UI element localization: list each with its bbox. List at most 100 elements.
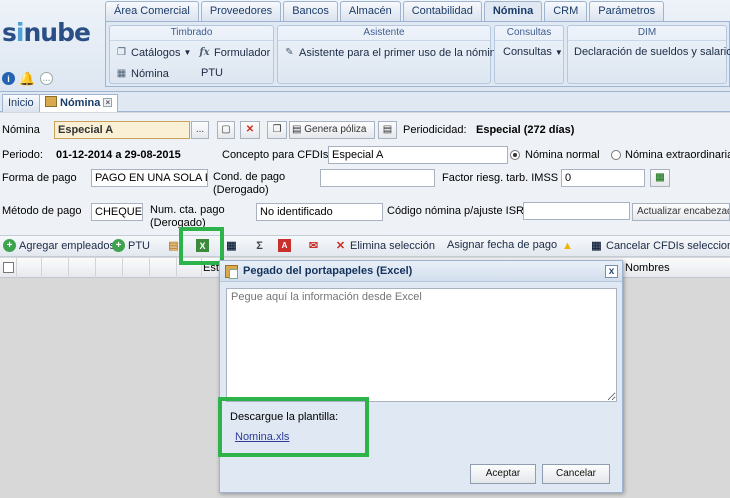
- group-dim-title: DIM: [568, 26, 726, 41]
- tab-contabilidad[interactable]: Contabilidad: [402, 1, 482, 21]
- actualizar-encabezado-button[interactable]: Actualizar encabezado: [632, 203, 730, 221]
- ptu-ribbon-label: PTU: [201, 67, 223, 79]
- agregar-empleados-button[interactable]: + Agregar empleados: [3, 239, 115, 252]
- grid-column: [123, 258, 150, 278]
- nomina-extra-radio[interactable]: [611, 150, 621, 160]
- forma-pago-input[interactable]: PAGO EN UNA SOLA EX: [91, 169, 208, 187]
- concepto-label: Concepto para CFDIs: [222, 149, 329, 161]
- nomina-normal-radio[interactable]: [510, 150, 520, 160]
- chevron-down-icon: ▼: [183, 48, 192, 57]
- barcode-button[interactable]: ▦: [225, 239, 238, 252]
- cancelar-cfdis-button[interactable]: ▦ Cancelar CFDIs seleccionados: [590, 239, 730, 253]
- codigo-input[interactable]: [523, 202, 630, 220]
- barcode-icon: ▦: [591, 240, 602, 252]
- barcode-icon: ▦: [116, 68, 127, 79]
- group-consultas-title: Consultas: [495, 26, 563, 41]
- group-timbrado: Timbrado ❐ Catálogos ▼ fx Formulador ▦ N…: [109, 25, 274, 84]
- cancelar-button[interactable]: Cancelar: [542, 464, 610, 484]
- metodo-label: Método de pago: [2, 205, 82, 217]
- grid-column: [17, 258, 42, 278]
- nomina-extra-label: Nómina extraordinaria: [625, 149, 730, 161]
- aceptar-button[interactable]: Aceptar: [470, 464, 536, 484]
- info-icon[interactable]: i: [2, 72, 15, 85]
- formulador-button[interactable]: fx Formulador: [198, 46, 270, 59]
- ptu-toolbar-button[interactable]: + PTU: [112, 239, 150, 252]
- nomina-ribbon-button[interactable]: ▦ Nómina: [115, 67, 169, 80]
- spreadsheet-button[interactable]: ▦: [650, 169, 670, 187]
- consultas-button[interactable]: Consultas ▼: [503, 46, 563, 58]
- nombres-column-header[interactable]: Nombres: [625, 262, 670, 274]
- codigo-label: Código nómina p/ajuste ISR: [387, 205, 524, 217]
- close-icon[interactable]: x: [605, 265, 618, 278]
- sigma-icon: Σ: [256, 239, 263, 252]
- highlight-excel-button: [179, 227, 224, 265]
- spreadsheet-icon: ▦: [655, 172, 665, 183]
- nomina-input[interactable]: Especial A: [54, 121, 190, 139]
- elimina-seleccion-button[interactable]: ✕ Elimina selección: [334, 239, 435, 253]
- dialog-titlebar: Pegado del portapapeles (Excel) x: [220, 261, 622, 282]
- main-tabs: Área Comercial Proveedores Bancos Almacé…: [105, 1, 665, 21]
- asistente-primer-uso-button[interactable]: ✎ Asistente para el primer uso de la nóm…: [283, 46, 502, 59]
- new-document-button[interactable]: ▢: [217, 121, 235, 139]
- tab-area-comercial[interactable]: Área Comercial: [105, 1, 199, 21]
- pdf-button[interactable]: A: [278, 239, 291, 252]
- nomina-lookup-button[interactable]: ...: [191, 121, 209, 139]
- doc-tab-nomina[interactable]: Nómina ×: [39, 94, 119, 112]
- delete-x-icon: ✕: [335, 240, 346, 252]
- consultas-label: Consultas: [503, 46, 552, 58]
- periodicidad-label: Periodicidad:: [403, 124, 467, 136]
- nomina-ribbon-label: Nómina: [131, 67, 169, 80]
- asignar-fecha-button[interactable]: Asignar fecha de pago: [447, 239, 557, 251]
- metodo-input[interactable]: CHEQUE: [91, 203, 143, 221]
- periodo-value: 01-12-2014 a 29-08-2015: [56, 149, 181, 161]
- factor-input[interactable]: 0: [561, 169, 645, 187]
- cond-pago-input[interactable]: [320, 169, 435, 187]
- concepto-input[interactable]: Especial A: [328, 146, 508, 164]
- factor-label: Factor riesg. tarb. IMSS: [442, 172, 559, 184]
- ptu-ribbon-button[interactable]: PTU: [201, 67, 223, 79]
- asistente-primer-uso-label: Asistente para el primer uso de la nómin…: [299, 46, 502, 59]
- pdf-icon: A: [278, 239, 291, 252]
- delete-button[interactable]: ✕: [240, 121, 260, 139]
- email-button[interactable]: ✉: [307, 239, 320, 252]
- catalogos-button[interactable]: ❐ Catálogos ▼: [115, 46, 191, 59]
- num-cta-label: Num. cta. pago: [150, 204, 225, 216]
- tab-nomina[interactable]: Nómina: [483, 1, 543, 21]
- declaracion-button[interactable]: Declaración de sueldos y salarios: [574, 46, 730, 58]
- app-header: sinube i 🔔 … Área Comercial Proveedores …: [0, 0, 730, 92]
- cancelar-cfdis-label: Cancelar CFDIs seleccionados: [606, 239, 730, 252]
- tab-proveedores[interactable]: Proveedores: [200, 1, 282, 21]
- sum-button[interactable]: Σ: [253, 239, 266, 252]
- drive-button[interactable]: ▲: [561, 239, 574, 252]
- select-all-checkbox[interactable]: [3, 262, 14, 273]
- periodo-label: Periodo:: [2, 149, 43, 161]
- group-timbrado-title: Timbrado: [110, 26, 273, 41]
- ledger-secondary-button[interactable]: ▤: [378, 121, 397, 139]
- formulador-label: Formulador: [214, 46, 271, 59]
- tab-almacen[interactable]: Almacén: [339, 1, 401, 21]
- doc-tab-inicio[interactable]: Inicio: [2, 94, 40, 112]
- add-icon: +: [3, 239, 16, 252]
- close-tab-icon[interactable]: ×: [103, 98, 113, 107]
- bell-icon[interactable]: 🔔: [19, 71, 35, 86]
- nomina-label: Nómina: [2, 124, 40, 136]
- wizard-icon: ✎: [285, 47, 294, 58]
- highlight-template-download: [218, 397, 369, 457]
- genera-poliza-label: Genera póliza: [304, 124, 367, 135]
- group-asistente: Asistente ✎ Asistente para el primer uso…: [277, 25, 502, 84]
- cond-pago-derogado: (Derogado): [213, 184, 269, 196]
- chat-icon[interactable]: …: [40, 72, 53, 85]
- agregar-empleados-label: Agregar empleados: [19, 239, 116, 252]
- group-dim: DIM Declaración de sueldos y salarios: [567, 25, 730, 84]
- nomina-normal-label: Nómina normal: [525, 149, 600, 161]
- tab-bancos[interactable]: Bancos: [283, 1, 338, 21]
- function-icon: fx: [199, 47, 210, 58]
- num-cta-input[interactable]: No identificado: [256, 203, 383, 221]
- declaracion-label: Declaración de sueldos y salarios: [574, 46, 730, 58]
- paste-textarea[interactable]: [226, 288, 617, 402]
- tab-crm[interactable]: CRM: [544, 1, 588, 21]
- tab-parametros[interactable]: Parámetros: [589, 1, 665, 21]
- copy-button[interactable]: ❐: [267, 121, 287, 139]
- genera-poliza-button[interactable]: ▤ Genera póliza: [289, 121, 375, 139]
- barcode-icon: ▦: [226, 240, 237, 252]
